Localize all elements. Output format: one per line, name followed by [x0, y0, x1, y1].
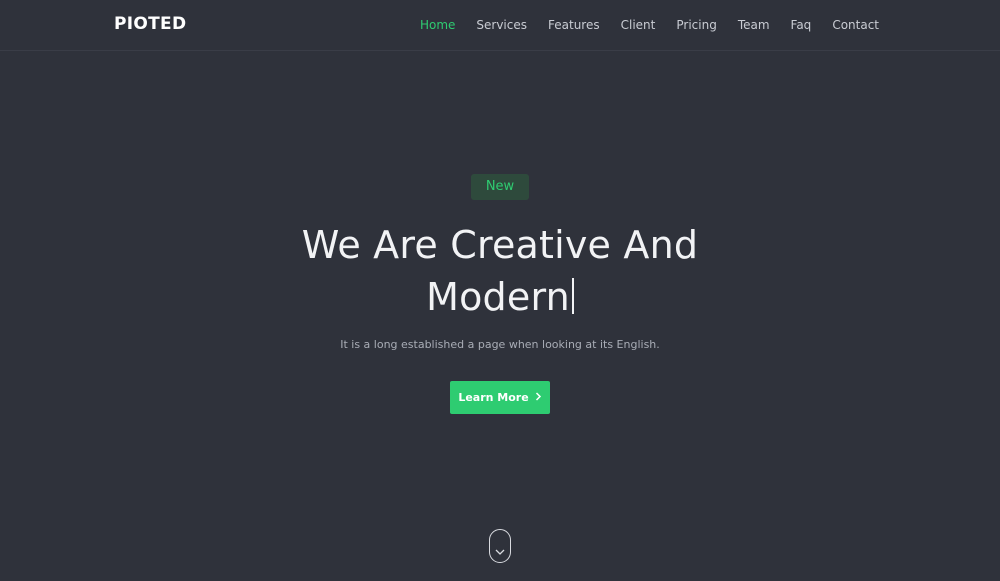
learn-more-button[interactable]: Learn More [450, 381, 550, 414]
learn-more-label: Learn More [458, 391, 529, 404]
nav-item-team[interactable]: Team [727, 18, 780, 32]
scroll-down-button[interactable] [489, 529, 511, 563]
nav-item-client[interactable]: Client [610, 18, 666, 32]
hero-title: We Are Creative And Modern [200, 219, 800, 323]
new-badge: New [471, 174, 529, 200]
chevron-down-icon [495, 549, 505, 555]
nav-item-faq[interactable]: Faq [780, 18, 822, 32]
brand-logo[interactable]: PIOTED [114, 14, 186, 34]
nav-item-pricing[interactable]: Pricing [666, 18, 727, 32]
typing-caret [571, 278, 574, 314]
hero-title-line-1: We Are Creative And [301, 223, 699, 267]
nav-item-services[interactable]: Services [466, 18, 538, 32]
page: PIOTED Home Services Features Client Pri… [0, 0, 1000, 581]
hero-title-line-2: Modern [426, 275, 570, 319]
nav-item-contact[interactable]: Contact [822, 18, 879, 32]
navbar: PIOTED Home Services Features Client Pri… [0, 0, 1000, 51]
chevron-right-icon [535, 392, 542, 403]
hero-subtitle: It is a long established a page when loo… [340, 338, 660, 351]
nav-item-home[interactable]: Home [409, 18, 465, 32]
main-nav: Home Services Features Client Pricing Te… [409, 18, 879, 32]
nav-item-features[interactable]: Features [538, 18, 611, 32]
